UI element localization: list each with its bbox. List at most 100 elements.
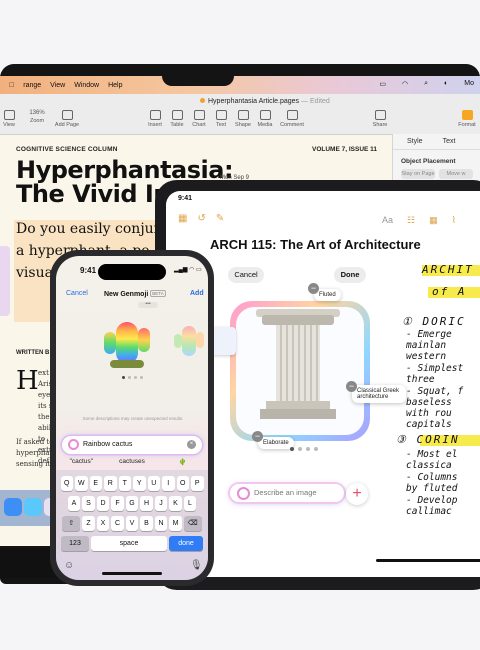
toolbar-comment-button[interactable]: Comment xyxy=(277,110,307,128)
key[interactable]: G xyxy=(125,496,139,511)
clear-text-icon[interactable]: × xyxy=(187,440,196,449)
apple-intelligence-icon xyxy=(68,438,79,450)
done-key[interactable]: done xyxy=(169,536,203,551)
attachment-icon[interactable]: ⌇ xyxy=(452,215,456,226)
macbook-notch xyxy=(162,64,234,86)
checklist-icon[interactable]: ☷ xyxy=(407,215,415,226)
key[interactable]: N xyxy=(154,516,168,531)
cactus-arm xyxy=(104,332,116,354)
toolbar-share-button[interactable]: Share xyxy=(365,110,395,128)
beta-badge: BETA xyxy=(150,290,166,297)
tab-style[interactable]: Style xyxy=(407,138,423,145)
undo-icon[interactable]: ↺ xyxy=(197,213,205,224)
numbers-key[interactable]: 123 xyxy=(61,536,89,551)
image-playground-cancel-button[interactable]: Cancel xyxy=(228,267,264,283)
key[interactable]: K xyxy=(169,496,182,511)
format-text-button[interactable]: Aa xyxy=(382,215,393,226)
key[interactable]: P xyxy=(191,476,204,491)
alternate-genmoji[interactable] xyxy=(182,326,196,356)
suggestion-item[interactable]: 🌵 xyxy=(157,458,208,466)
key[interactable]: F xyxy=(111,496,124,511)
toolbar-view-button[interactable]: View xyxy=(0,110,24,128)
genmoji-page-indicator xyxy=(122,376,143,379)
apple-logo-icon[interactable]:  xyxy=(9,82,14,89)
backspace-key-icon[interactable]: ⌫ xyxy=(183,516,202,531)
key[interactable]: O xyxy=(176,476,189,491)
markup-icon[interactable]: ✎ xyxy=(216,213,224,224)
key[interactable]: W xyxy=(75,476,88,491)
describe-image-field[interactable]: Describe an image xyxy=(230,484,344,502)
key[interactable]: Z xyxy=(82,516,95,531)
remove-tag-icon[interactable]: − xyxy=(308,283,319,294)
genmoji-title: New Genmoji BETA xyxy=(104,290,166,298)
key[interactable]: M xyxy=(169,516,182,531)
control-center-icon[interactable]: ◐ xyxy=(444,80,448,88)
dictation-mic-icon[interactable]: 🎙 xyxy=(190,560,203,571)
handwritten-heading: ARCHIT xyxy=(422,263,474,276)
mail-icon[interactable] xyxy=(4,498,22,516)
genmoji-add-button[interactable]: Add xyxy=(190,290,204,297)
concept-tag-classical-greek[interactable]: Classical Greek architecture xyxy=(352,385,406,403)
key[interactable]: A xyxy=(67,496,81,511)
keyboard-suggestions: "cactus" cactuses 🌵 xyxy=(56,458,208,466)
wifi-icon[interactable]: ◠ xyxy=(402,80,408,88)
move-with-text-option[interactable]: Move w xyxy=(439,169,473,179)
suggestion-item[interactable]: cactuses xyxy=(107,458,158,466)
safari-icon[interactable] xyxy=(24,498,42,516)
toolbar-add-page-button[interactable]: Add Page xyxy=(52,110,82,128)
key[interactable]: H xyxy=(140,496,153,511)
rainbow-cactus-genmoji[interactable] xyxy=(116,322,138,364)
key[interactable]: J xyxy=(154,496,168,511)
genmoji-warning: Some descriptions may create unexpected … xyxy=(82,416,184,421)
toolbar-media-button[interactable]: Media xyxy=(250,110,280,128)
key[interactable]: S xyxy=(82,496,95,511)
key[interactable]: X xyxy=(96,516,110,531)
key[interactable]: C xyxy=(111,516,124,531)
genmoji-cancel-button[interactable]: Cancel xyxy=(66,290,88,297)
column-heading: COGNITIVE SCIENCE COLUMN xyxy=(16,146,118,153)
key[interactable]: Q xyxy=(60,476,73,491)
toolbar-format-button[interactable]: Format xyxy=(452,110,480,128)
key[interactable]: B xyxy=(140,516,153,531)
column-base xyxy=(266,401,330,409)
table-icon[interactable]: ▦ xyxy=(429,215,438,226)
remove-tag-icon[interactable]: − xyxy=(252,431,263,442)
shift-key-icon[interactable]: ⇧ xyxy=(62,516,81,531)
menu-item-view[interactable]: View xyxy=(50,82,65,89)
key[interactable]: U xyxy=(147,476,160,491)
tab-text[interactable]: Text xyxy=(443,138,456,145)
key[interactable]: V xyxy=(125,516,139,531)
handwritten-line: classica xyxy=(406,460,452,471)
search-icon[interactable]: ⌕ xyxy=(424,80,428,88)
menu-item-help[interactable]: Help xyxy=(108,82,122,89)
toolbar-zoom-button[interactable]: 136% Zoom xyxy=(22,110,52,124)
add-concept-button[interactable]: + xyxy=(346,483,368,505)
suggestion-item[interactable]: "cactus" xyxy=(56,458,107,466)
menu-item-range[interactable]: range xyxy=(23,82,41,89)
key[interactable]: R xyxy=(104,476,117,491)
dynamic-island xyxy=(98,264,166,280)
key[interactable]: L xyxy=(183,496,197,511)
key[interactable]: E xyxy=(89,476,102,491)
key[interactable]: T xyxy=(118,476,131,491)
sidebar-icon[interactable]: ▦ xyxy=(178,213,187,224)
genmoji-prompt-field[interactable]: Rainbow cactus × xyxy=(62,436,202,454)
stay-on-page-option[interactable]: Stay on Page xyxy=(401,169,435,179)
concept-tag-elaborate[interactable]: Elaborate xyxy=(258,437,294,449)
key[interactable]: I xyxy=(162,476,175,491)
key[interactable]: Y xyxy=(133,476,146,491)
menu-clock[interactable]: Mo xyxy=(464,80,474,88)
key[interactable]: D xyxy=(96,496,110,511)
image-playground-done-button[interactable]: Done xyxy=(334,267,366,283)
phone-time: 9:41 xyxy=(80,266,97,275)
handwritten-line: three xyxy=(406,374,435,385)
remove-tag-icon[interactable]: − xyxy=(346,381,357,392)
emoji-key-icon[interactable]: ☺ xyxy=(64,560,74,571)
battery-icon[interactable]: ▭ xyxy=(379,80,386,88)
menu-item-window[interactable]: Window xyxy=(74,82,99,89)
keyboard-row-3: ⇧ Z X C V B N M ⌫ xyxy=(56,516,208,531)
note-title[interactable]: ARCH 115: The Art of Architecture xyxy=(210,237,421,252)
zoom-value: 136% xyxy=(29,110,45,116)
space-key[interactable]: space xyxy=(91,536,167,551)
more-options-icon[interactable]: ••• xyxy=(138,302,158,308)
